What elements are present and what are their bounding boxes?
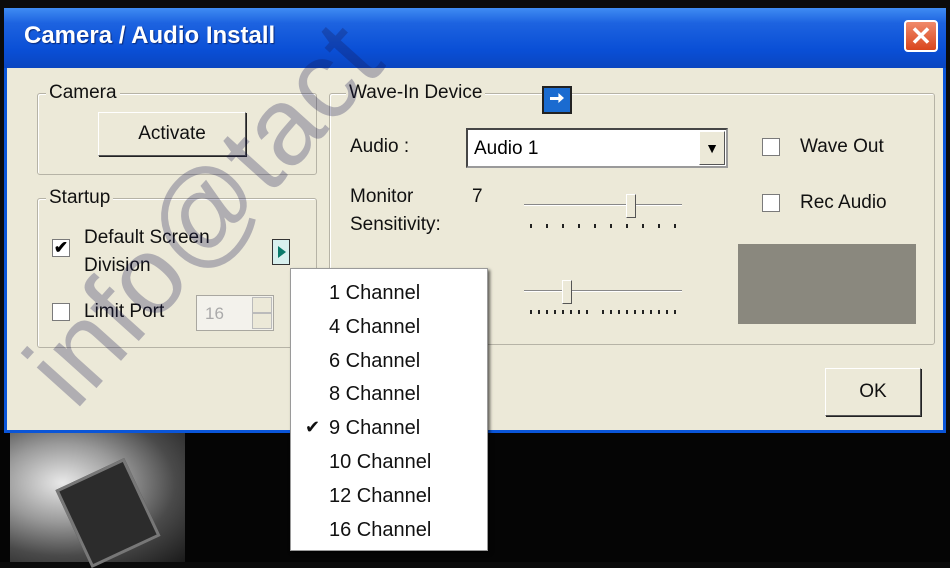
monitor-sensitivity-label-line2: Sensitivity:	[350, 214, 441, 235]
audio-preview-panel	[738, 244, 916, 324]
screen-division-popout-arrow[interactable]	[272, 239, 290, 265]
menu-item-channel[interactable]: ✔ 9 Channel	[291, 410, 487, 444]
rec-audio-label: Rec Audio	[800, 192, 887, 213]
menu-item-channel[interactable]: 12 Channel	[291, 478, 487, 512]
title-bar[interactable]: Camera / Audio Install ✕	[4, 8, 946, 68]
wave-out-checkbox[interactable]	[762, 138, 780, 156]
menu-item-channel[interactable]: 10 Channel	[291, 444, 487, 478]
wave-out-label: Wave Out	[800, 136, 884, 157]
close-button[interactable]: ✕	[904, 20, 938, 52]
menu-item-label: 6 Channel	[329, 349, 421, 372]
camera-group-title: Camera	[46, 82, 120, 104]
activate-button[interactable]: Activate	[98, 112, 246, 156]
menu-item-channel[interactable]: 1 Channel	[291, 275, 487, 309]
camera-thumbnail	[10, 430, 185, 568]
monitor-sensitivity-slider-track[interactable]	[524, 204, 682, 206]
audio-select[interactable]: Audio 1 ▼	[466, 128, 728, 168]
startup-group: Startup ✔ Default Screen Division Limit …	[37, 187, 317, 348]
wave-in-group-title: Wave-In Device	[346, 82, 486, 104]
monitor-sensitivity-slider-thumb[interactable]	[626, 194, 636, 218]
limit-port-spinner[interactable]: 16	[196, 295, 274, 331]
camera-group: Camera Activate	[37, 82, 317, 175]
menu-item-label: 16 Channel	[329, 518, 432, 541]
spinner-down-icon[interactable]	[252, 313, 272, 329]
monitor-sensitivity-value: 7	[472, 186, 483, 207]
menu-item-label: 9 Channel	[329, 417, 421, 440]
limit-port-value: 16	[205, 304, 224, 323]
second-slider-ticks	[530, 310, 680, 314]
limit-port-label: Limit Port	[84, 301, 165, 322]
menu-item-channel[interactable]: 16 Channel	[291, 512, 487, 546]
chevron-down-icon[interactable]: ▼	[699, 131, 725, 165]
monitor-sensitivity-ticks	[530, 224, 680, 228]
limit-port-checkbox[interactable]	[52, 303, 70, 321]
rec-audio-checkbox[interactable]	[762, 194, 780, 212]
spinner-up-icon[interactable]	[252, 297, 272, 313]
ok-button[interactable]: OK	[825, 368, 921, 416]
default-screen-label-line1: Default Screen	[84, 227, 210, 248]
menu-item-channel[interactable]: 4 Channel	[291, 309, 487, 343]
audio-label: Audio :	[350, 136, 410, 157]
menu-item-label: 4 Channel	[329, 315, 421, 338]
default-screen-checkbox[interactable]: ✔	[52, 239, 70, 257]
monitor-sensitivity-label-line1: Monitor	[350, 186, 414, 207]
menu-item-label: 1 Channel	[329, 282, 421, 304]
menu-item-channel[interactable]: 8 Channel	[291, 376, 487, 410]
menu-item-label: 10 Channel	[329, 451, 432, 473]
default-screen-label-line2: Division	[84, 255, 151, 276]
menu-item-label: 8 Channel	[329, 383, 421, 406]
pointer-hand-icon[interactable]	[542, 86, 572, 114]
startup-group-title: Startup	[46, 187, 114, 209]
checkmark-icon: ✔	[305, 417, 321, 438]
audio-selected-value: Audio 1	[474, 138, 539, 159]
menu-item-label: 12 Channel	[329, 484, 432, 507]
menu-item-channel[interactable]: 6 Channel	[291, 343, 487, 377]
screen-division-menu: 1 Channel 4 Channel 6 Channel 8 Channel ✔ 9 C…	[290, 268, 488, 551]
second-slider-thumb[interactable]	[562, 280, 572, 304]
window-title: Camera / Audio Install	[24, 22, 276, 49]
second-slider-track[interactable]	[524, 290, 682, 292]
